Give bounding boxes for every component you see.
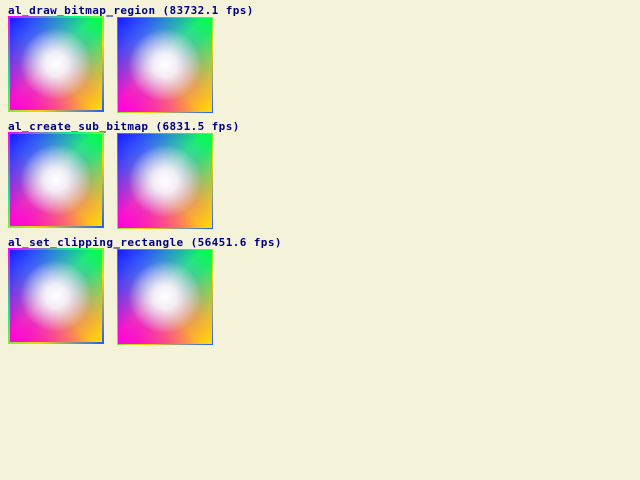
bitmap-preview-clipped: [8, 132, 104, 228]
bitmap-preview-clipped: [8, 248, 104, 344]
bitmap-preview-clipped: [8, 16, 104, 112]
bitmap-preview-reference: [117, 249, 213, 345]
bitmap-preview-reference: [117, 133, 213, 229]
bitmap-preview-reference: [117, 17, 213, 113]
